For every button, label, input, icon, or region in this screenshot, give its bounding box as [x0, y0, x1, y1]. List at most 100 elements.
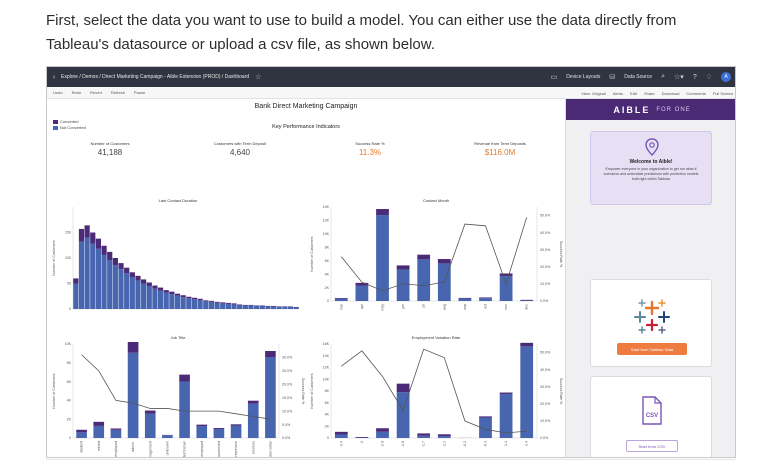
y2-tick-label: 0.0% — [540, 299, 549, 303]
bar-converted — [144, 410, 156, 414]
bar-not-converted — [270, 306, 277, 309]
intro-paragraph: First, select the data you want to use t… — [46, 9, 736, 57]
bar-not-converted — [76, 432, 87, 438]
search-icon[interactable]: ⌕ — [661, 73, 665, 81]
csv-file-icon: CSV — [642, 396, 662, 425]
bar-not-converted — [259, 305, 265, 309]
success-rate-line — [340, 217, 528, 292]
bar-not-converted — [355, 285, 369, 301]
bar-not-converted — [437, 436, 451, 438]
y-tick-label: 12K — [323, 366, 330, 370]
tableau-titlebar: ‹ Explore / Demos / Direct Marketing Cam… — [47, 67, 735, 87]
y2-tick-label: 10.0% — [540, 419, 551, 423]
x-tick-label: housemaid — [217, 441, 221, 458]
bar-converted — [152, 285, 158, 289]
x-tick-label: 1.1 — [504, 441, 508, 446]
y2-tick-label: 10.0% — [282, 409, 293, 413]
intro-line-1: First, select the data you want to use t… — [46, 12, 677, 29]
bar-converted — [254, 305, 260, 306]
help-icon[interactable]: ? — [693, 74, 697, 81]
y2-tick-label: 5.0% — [282, 423, 291, 427]
bar-not-converted — [242, 305, 248, 309]
data-source-button[interactable]: Data Source — [624, 74, 652, 80]
toolbar-refresh[interactable]: Refresh — [111, 90, 125, 95]
favorite-star-icon[interactable]: ☆ — [255, 73, 261, 81]
job-chart: 0 2K 4K 6K 8K 10K Number of Customers student re… — [52, 340, 305, 458]
bar-not-converted — [112, 265, 118, 309]
y-tick-label: 14K — [323, 354, 330, 358]
chart-panel-job: Job Title 0 2K 4K 6K 8K 10K Number of Customer… — [51, 335, 305, 458]
bar-converted — [78, 228, 85, 242]
toolbar-alerts[interactable]: Alerts — [613, 91, 623, 96]
back-chevron-icon[interactable]: ‹ — [47, 74, 61, 81]
toolbar-undo[interactable]: Undo — [53, 90, 63, 95]
kpi-success-rate: Success Rate % 11.3% — [315, 141, 425, 157]
tableau-screenshot: ‹ Explore / Demos / Direct Marketing Cam… — [46, 66, 736, 458]
bar-not-converted — [417, 259, 431, 301]
toolbar-edit[interactable]: Edit — [630, 91, 637, 96]
x-tick-label: oct — [484, 304, 488, 309]
toolbar-full-screen[interactable]: Full Screen — [713, 91, 733, 96]
x-tick-label: -3 — [360, 441, 364, 444]
bar-converted — [95, 238, 102, 249]
toolbar-view-original[interactable]: View: Original — [581, 91, 606, 96]
bar-not-converted — [157, 290, 164, 309]
y-tick-label: 10K — [65, 342, 72, 346]
toolbar-pause[interactable]: Pause — [134, 90, 145, 95]
toolbar-comments[interactable]: Comments — [686, 91, 705, 96]
view-toolbar: Undo Redo Revert Refresh Pause View: Ori… — [47, 87, 735, 99]
y-tick-label: 4K — [325, 272, 330, 276]
y2-axis-label: Success Rate % — [301, 378, 305, 405]
bar-not-converted — [479, 298, 492, 301]
bar-converted — [163, 290, 169, 293]
breadcrumb[interactable]: Explore / Demos / Direct Marketing Campa… — [61, 74, 249, 80]
start-from-tableau-button[interactable]: Start from Tableau Data — [617, 343, 687, 355]
bar-converted — [417, 254, 431, 260]
bar-converted — [208, 300, 215, 302]
y-tick-label: 16K — [323, 342, 330, 346]
y2-tick-label: 40.0% — [540, 231, 551, 235]
chart-title: Job Title — [170, 335, 186, 340]
y-tick-label: 0 — [327, 299, 329, 303]
x-tick-label: may — [381, 304, 385, 311]
chart-title: Employment Variation Rate — [411, 335, 461, 340]
x-tick-label: sep — [463, 304, 467, 310]
x-tick-label: unemployed — [114, 441, 118, 458]
toolbar-share[interactable]: Share — [644, 91, 655, 96]
bar-not-converted — [197, 300, 203, 309]
bar-not-converted — [293, 307, 299, 309]
bar-converted — [334, 431, 348, 435]
bar-converted — [242, 304, 248, 306]
x-tick-label: entrepreneur — [234, 440, 238, 458]
bar-not-converted — [78, 241, 85, 309]
bar-not-converted — [196, 426, 208, 438]
start-from-csv-button[interactable]: Start from CSV — [626, 440, 678, 452]
y2-tick-label: 20.0% — [540, 402, 551, 406]
bar-not-converted — [231, 304, 237, 309]
avatar[interactable]: A — [721, 72, 731, 82]
month-chart: 0 2K 4K 6K 8K 10K 12K 14K Number of Customers mar… — [310, 205, 563, 311]
bar-converted — [101, 245, 107, 255]
favorites-icon[interactable]: ☆▾ — [674, 73, 684, 81]
bar-not-converted — [180, 297, 186, 309]
tableau-data-card: Start from Tableau Data — [590, 279, 712, 367]
bar-not-converted — [208, 301, 215, 309]
y2-tick-label: 30.0% — [282, 356, 293, 360]
bar-not-converted — [254, 305, 260, 309]
y-tick-label: 4K — [325, 413, 330, 417]
map-pin-icon — [645, 138, 659, 156]
toolbar-redo[interactable]: Redo — [72, 90, 82, 95]
bar-not-converted — [141, 283, 147, 309]
y-tick-label: 2K — [67, 417, 72, 421]
x-tick-label: unknown — [165, 441, 169, 455]
bar-converted — [479, 416, 492, 418]
toolbar-download[interactable]: Download — [662, 91, 680, 96]
bar-not-converted — [146, 286, 152, 309]
device-layouts-button[interactable]: Device Layouts — [566, 74, 600, 80]
toolbar-revert[interactable]: Revert — [90, 90, 102, 95]
x-tick-label: admin. — [131, 441, 135, 452]
bar-converted — [129, 272, 135, 278]
notifications-bell-icon[interactable]: ♢ — [706, 73, 712, 81]
bar-not-converted — [220, 303, 226, 309]
bar-not-converted — [169, 294, 175, 309]
